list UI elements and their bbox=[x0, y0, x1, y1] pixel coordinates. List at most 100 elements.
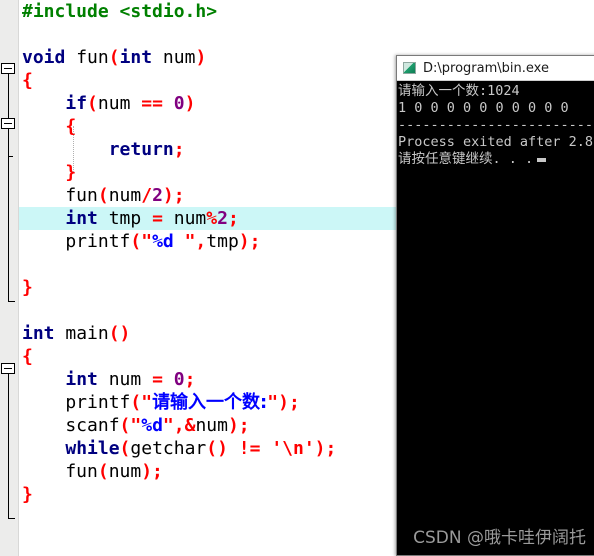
code-token: while bbox=[65, 438, 120, 459]
code-token: if bbox=[65, 93, 88, 114]
fold-tick-if bbox=[8, 156, 13, 157]
csdn-watermark: CSDN @哦卡哇伊阔托 bbox=[413, 528, 586, 548]
fold-box-main[interactable] bbox=[1, 363, 15, 374]
code-token: ); bbox=[162, 185, 185, 206]
console-line: 请输入一个数:1024 bbox=[398, 83, 520, 99]
code-token: 2 bbox=[152, 185, 163, 206]
fold-line-fun bbox=[8, 74, 9, 302]
code-token: % bbox=[206, 208, 218, 229]
code-token: { bbox=[22, 346, 33, 367]
code-token: num bbox=[97, 93, 142, 114]
code-token: fun bbox=[22, 461, 98, 482]
code-token: ; bbox=[184, 369, 196, 390]
code-token: num bbox=[97, 369, 153, 390]
editor-gutter[interactable] bbox=[0, 0, 19, 556]
code-token: = bbox=[152, 208, 163, 229]
console-line: -------------------------------- bbox=[398, 117, 594, 133]
code-token: scanf bbox=[22, 415, 120, 436]
code-token: #include <stdio.h> bbox=[22, 1, 218, 22]
code-token: '\n' bbox=[271, 438, 315, 459]
console-line: 1 0 0 0 0 0 0 0 0 0 0 bbox=[398, 100, 569, 116]
code-token: fun bbox=[65, 47, 109, 68]
code-token: num bbox=[108, 461, 142, 482]
code-token: num bbox=[152, 47, 196, 68]
code-token: int bbox=[65, 208, 98, 229]
code-token: { bbox=[22, 70, 33, 91]
code-token: (" bbox=[130, 392, 153, 413]
code-token: ", bbox=[184, 231, 207, 252]
code-token: ( bbox=[119, 438, 131, 459]
code-token: (" bbox=[130, 231, 153, 252]
code-token: num bbox=[195, 415, 228, 436]
code-token: num bbox=[162, 208, 207, 229]
code-token: / bbox=[141, 185, 153, 206]
code-token: ); bbox=[278, 392, 300, 413]
fold-box-fun[interactable] bbox=[1, 63, 15, 74]
code-token: ); bbox=[238, 231, 261, 252]
code-token: } bbox=[22, 484, 33, 505]
code-token: () bbox=[108, 323, 131, 344]
code-token: ( bbox=[97, 185, 109, 206]
code-token: ; bbox=[173, 139, 185, 160]
code-token: tmp bbox=[97, 208, 153, 229]
console-line: 请按任意键继续. . . bbox=[398, 151, 594, 168]
console-title-text: D:\program\bin.exe bbox=[423, 60, 549, 76]
code-token: getchar bbox=[130, 438, 207, 459]
fold-box-if[interactable] bbox=[1, 118, 15, 129]
code-token: ); bbox=[141, 461, 163, 482]
code-token: = bbox=[152, 369, 163, 390]
code-token: } bbox=[22, 277, 33, 298]
indent-guide bbox=[73, 126, 75, 172]
console-output: 请输入一个数:1024 1 0 0 0 0 0 0 0 0 0 0 --------… bbox=[397, 81, 594, 168]
code-token: != bbox=[238, 438, 261, 459]
code-token: tmp bbox=[206, 231, 239, 252]
code-token: 2 bbox=[217, 208, 228, 229]
code-token: ); bbox=[227, 415, 250, 436]
code-token: printf bbox=[22, 231, 131, 252]
code-token: () bbox=[206, 438, 228, 459]
code-token: ( bbox=[87, 93, 98, 114]
code-token: ) bbox=[184, 93, 196, 114]
code-token: ) bbox=[195, 47, 207, 68]
code-token: 请输入一个数: bbox=[152, 392, 268, 413]
code-token: int bbox=[119, 47, 153, 68]
code-token: main bbox=[54, 323, 109, 344]
code-token: fun bbox=[22, 185, 98, 206]
code-token: void bbox=[22, 47, 66, 68]
code-token: ( bbox=[97, 461, 109, 482]
code-token: ( bbox=[108, 47, 120, 68]
code-token: ", bbox=[162, 415, 185, 436]
code-token: 0 bbox=[173, 93, 185, 114]
fold-end-fun bbox=[8, 301, 15, 302]
code-token: == bbox=[141, 93, 163, 114]
code-token: (" bbox=[119, 415, 142, 436]
code-token: & bbox=[184, 415, 196, 436]
fold-line-if bbox=[8, 129, 9, 157]
console-cursor bbox=[537, 158, 547, 162]
fold-end-main bbox=[8, 518, 15, 519]
console-app-icon bbox=[403, 62, 416, 74]
code-line[interactable]: #include <stdio.h> bbox=[19, 0, 594, 23]
code-token: num bbox=[108, 185, 142, 206]
fold-line-main bbox=[8, 374, 9, 519]
code-token: int bbox=[22, 323, 55, 344]
code-line[interactable] bbox=[19, 23, 594, 46]
code-token: printf bbox=[22, 392, 131, 413]
console-window[interactable]: D:\program\bin.exe 请输入一个数:1024 1 0 0 0 0 … bbox=[396, 55, 594, 556]
code-token: " bbox=[267, 392, 279, 413]
code-token: return bbox=[108, 139, 174, 160]
console-line: Process exited after 2.8 bbox=[398, 134, 594, 150]
code-token: int bbox=[65, 369, 98, 390]
console-titlebar[interactable]: D:\program\bin.exe bbox=[397, 56, 594, 81]
code-token: %d bbox=[141, 415, 163, 436]
code-token: 0 bbox=[173, 369, 185, 390]
